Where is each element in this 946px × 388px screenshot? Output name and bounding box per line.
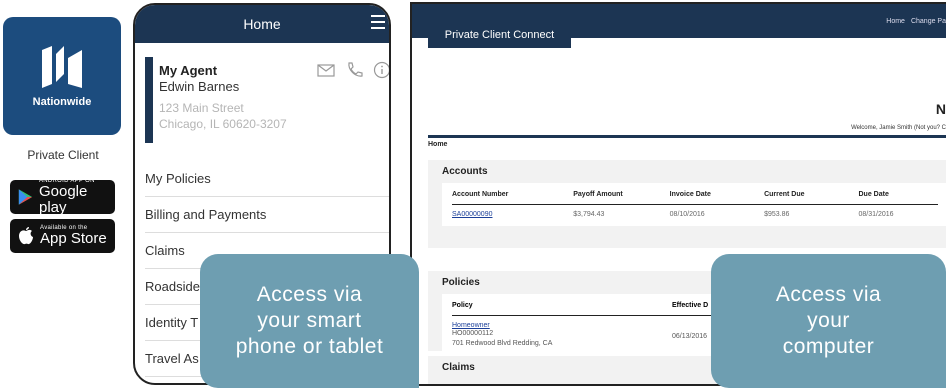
phone-icon[interactable] (345, 61, 363, 79)
policy-link[interactable]: Homeowner (452, 322, 672, 329)
eagle-logo-icon (42, 46, 82, 88)
breadcrumb[interactable]: Home (428, 141, 447, 148)
table-row: SA00000090 $3,794.43 08/10/2016 $953.86 … (452, 211, 894, 218)
accounts-title: Accounts (442, 166, 488, 177)
hamburger-menu-icon[interactable] (371, 15, 385, 29)
private-client-connect-tab[interactable]: Private Client Connect (428, 22, 571, 48)
accounts-header-row: Account Number Payoff Amount Invoice Dat… (452, 191, 938, 205)
agent-address: 123 Main Street Chicago, IL 60620-3207 (159, 101, 287, 131)
desktop-brand: N (935, 101, 946, 117)
nationwide-app-icon[interactable]: Nationwide (3, 17, 121, 135)
top-links: Home Change Pa (886, 18, 946, 25)
brand-caption: Private Client (27, 148, 99, 162)
google-play-badge[interactable]: ANDROID APP ON Google play (10, 178, 115, 216)
menu-billing[interactable]: Billing and Payments (145, 197, 389, 233)
top-link-change[interactable]: Change Pa (911, 18, 946, 25)
divider (428, 135, 946, 138)
agent-contact-icons (317, 61, 391, 79)
agent-card: My Agent Edwin Barnes 123 Main Street Ch… (145, 57, 391, 143)
phone-title: Home (243, 16, 281, 32)
phone-header: Home (135, 5, 389, 43)
brand-name: Nationwide (32, 96, 92, 108)
callout-mobile: Access via your smart phone or tablet (200, 254, 419, 388)
info-icon[interactable] (373, 61, 391, 79)
agent-name: Edwin Barnes (159, 79, 240, 94)
app-store-badge[interactable]: Available on the App Store (10, 219, 115, 253)
accounts-section: Accounts Account Number Payoff Amount In… (428, 160, 946, 248)
top-link-home[interactable]: Home (886, 18, 905, 25)
welcome-text: Welcome, Jamie Smith (Not you? C (851, 125, 946, 131)
play-triangle-icon (18, 189, 33, 205)
callout-desktop: Access via your computer (711, 254, 946, 388)
menu-my-policies[interactable]: My Policies (145, 161, 389, 197)
apple-icon (19, 227, 33, 245)
google-badge-big: Google play (38, 183, 88, 216)
accounts-panel: Account Number Payoff Amount Invoice Dat… (442, 183, 946, 226)
mail-icon[interactable] (317, 61, 335, 79)
account-number-link[interactable]: SA00000090 (452, 211, 573, 218)
apple-badge-big: App Store (40, 230, 107, 248)
